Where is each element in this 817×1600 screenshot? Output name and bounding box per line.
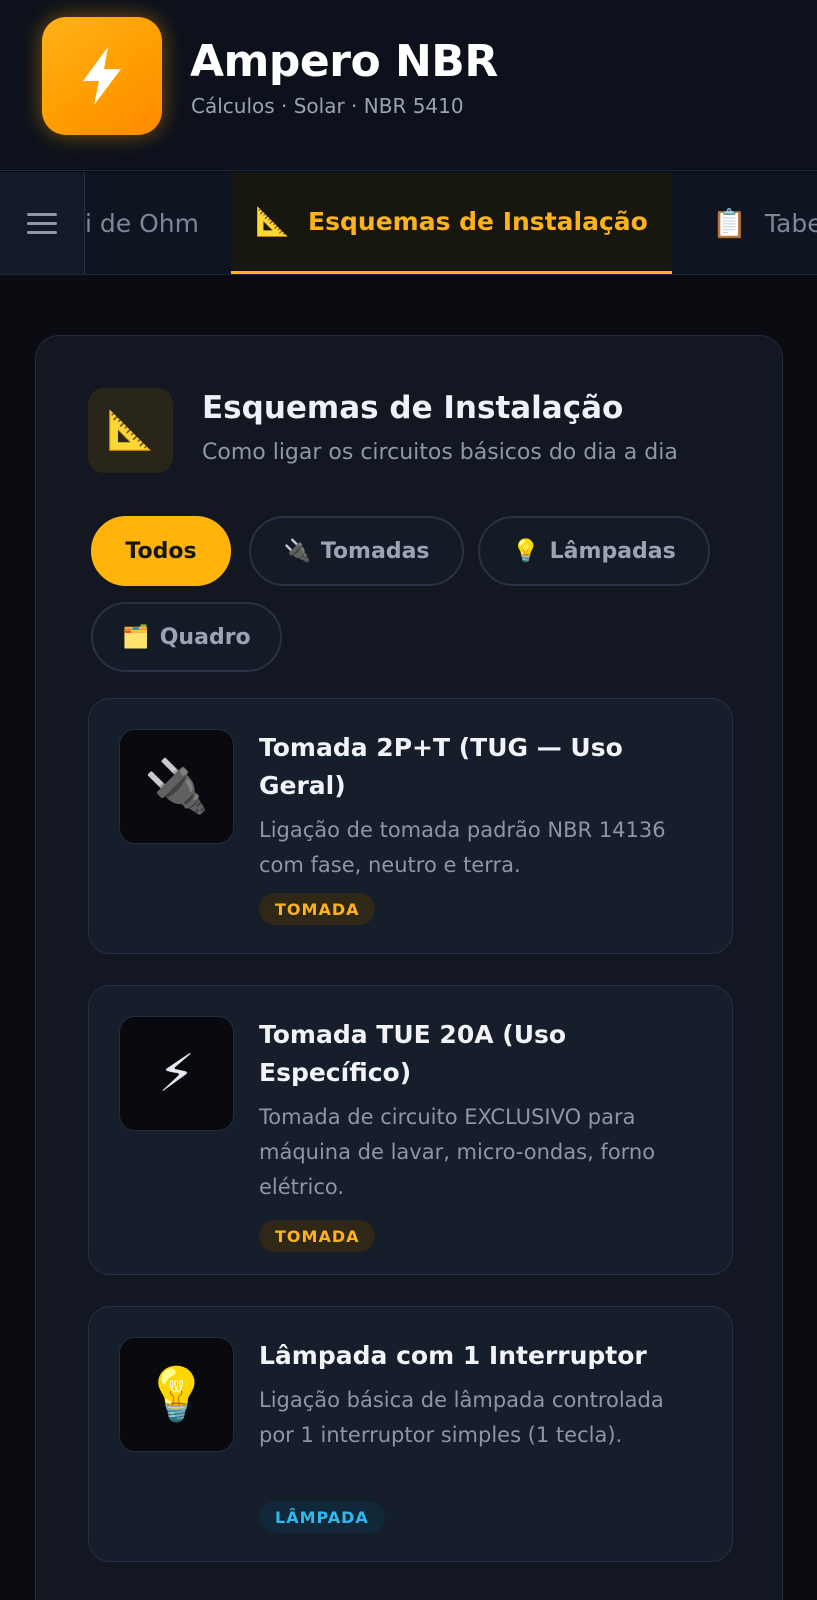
tab-label: Tabe bbox=[764, 208, 817, 238]
lightning-bolt-icon bbox=[83, 47, 121, 105]
filter-chip-tomadas[interactable]: 🔌 Tomadas bbox=[249, 516, 464, 586]
light-bulb-icon: 💡 bbox=[512, 538, 540, 564]
app-title: Ampero NBR bbox=[190, 36, 498, 87]
light-bulb-icon: 💡 bbox=[119, 1337, 234, 1452]
app-header: Ampero NBR Cálculos · Solar · NBR 5410 bbox=[0, 0, 817, 171]
scheme-title: Tomada 2P+T (TUG — Uso Geral) bbox=[259, 733, 623, 800]
app-subtitle: Cálculos · Solar · NBR 5410 bbox=[191, 94, 464, 118]
schemes-panel: 📐 Esquemas de Instalação Como ligar os c… bbox=[35, 335, 783, 1600]
category-badge: TOMADA bbox=[259, 1220, 376, 1252]
hamburger-menu-icon bbox=[27, 207, 57, 240]
scheme-description: Tomada de circuito EXCLUSIVO para máquin… bbox=[259, 1105, 656, 1199]
category-badge: TOMADA bbox=[259, 893, 376, 925]
menu-button[interactable] bbox=[0, 172, 85, 274]
filter-label: Lâmpadas bbox=[549, 538, 676, 564]
scheme-card-tomada-tug[interactable]: 🔌 Tomada 2P+T (TUG — Uso Geral) Ligação … bbox=[88, 698, 733, 954]
plug-icon: 🔌 bbox=[119, 729, 234, 844]
clipboard-icon: 📋 bbox=[712, 206, 747, 240]
tab-label: i de Ohm bbox=[85, 208, 199, 238]
section-subtitle: Como ligar os circuitos básicos do dia a… bbox=[202, 440, 678, 465]
triangle-ruler-icon: 📐 bbox=[88, 388, 173, 473]
tab-tabelas[interactable]: 📋 Tabe bbox=[712, 172, 817, 274]
filter-label: Quadro bbox=[159, 624, 251, 650]
filter-chip-lampadas[interactable]: 💡 Lâmpadas bbox=[478, 516, 710, 586]
filter-label: Tomadas bbox=[320, 538, 430, 564]
high-voltage-icon: ⚡ bbox=[119, 1016, 234, 1131]
card-index-dividers-icon: 🗂️ bbox=[122, 624, 150, 650]
tab-label: Esquemas de Instalação bbox=[308, 207, 648, 236]
scheme-title: Tomada TUE 20A (Uso Específico) bbox=[259, 1020, 567, 1087]
section-title: Esquemas de Instalação bbox=[202, 390, 624, 426]
scheme-title: Lâmpada com 1 Interruptor bbox=[259, 1341, 647, 1370]
scheme-card-tomada-tue[interactable]: ⚡ Tomada TUE 20A (Uso Específico) Tomada… bbox=[88, 985, 733, 1275]
scheme-description: Ligação básica de lâmpada controlada por… bbox=[259, 1388, 664, 1447]
app-logo bbox=[42, 17, 162, 135]
scheme-card-lampada-1-interruptor[interactable]: 💡 Lâmpada com 1 Interruptor Ligação bási… bbox=[88, 1306, 733, 1562]
plug-icon: 🔌 bbox=[283, 538, 311, 564]
tab-bar: i de Ohm 📐 Esquemas de Instalação 📋 Tabe bbox=[0, 172, 817, 275]
filter-chip-todos[interactable]: Todos bbox=[91, 516, 231, 586]
filter-label: Todos bbox=[125, 538, 197, 564]
tab-esquemas-de-instalacao[interactable]: 📐 Esquemas de Instalação bbox=[231, 172, 672, 274]
scheme-description: Ligação de tomada padrão NBR 14136 com f… bbox=[259, 818, 666, 877]
triangle-ruler-icon: 📐 bbox=[255, 205, 291, 238]
category-badge: LÂMPADA bbox=[259, 1501, 385, 1533]
filter-chip-quadro[interactable]: 🗂️ Quadro bbox=[91, 602, 282, 672]
